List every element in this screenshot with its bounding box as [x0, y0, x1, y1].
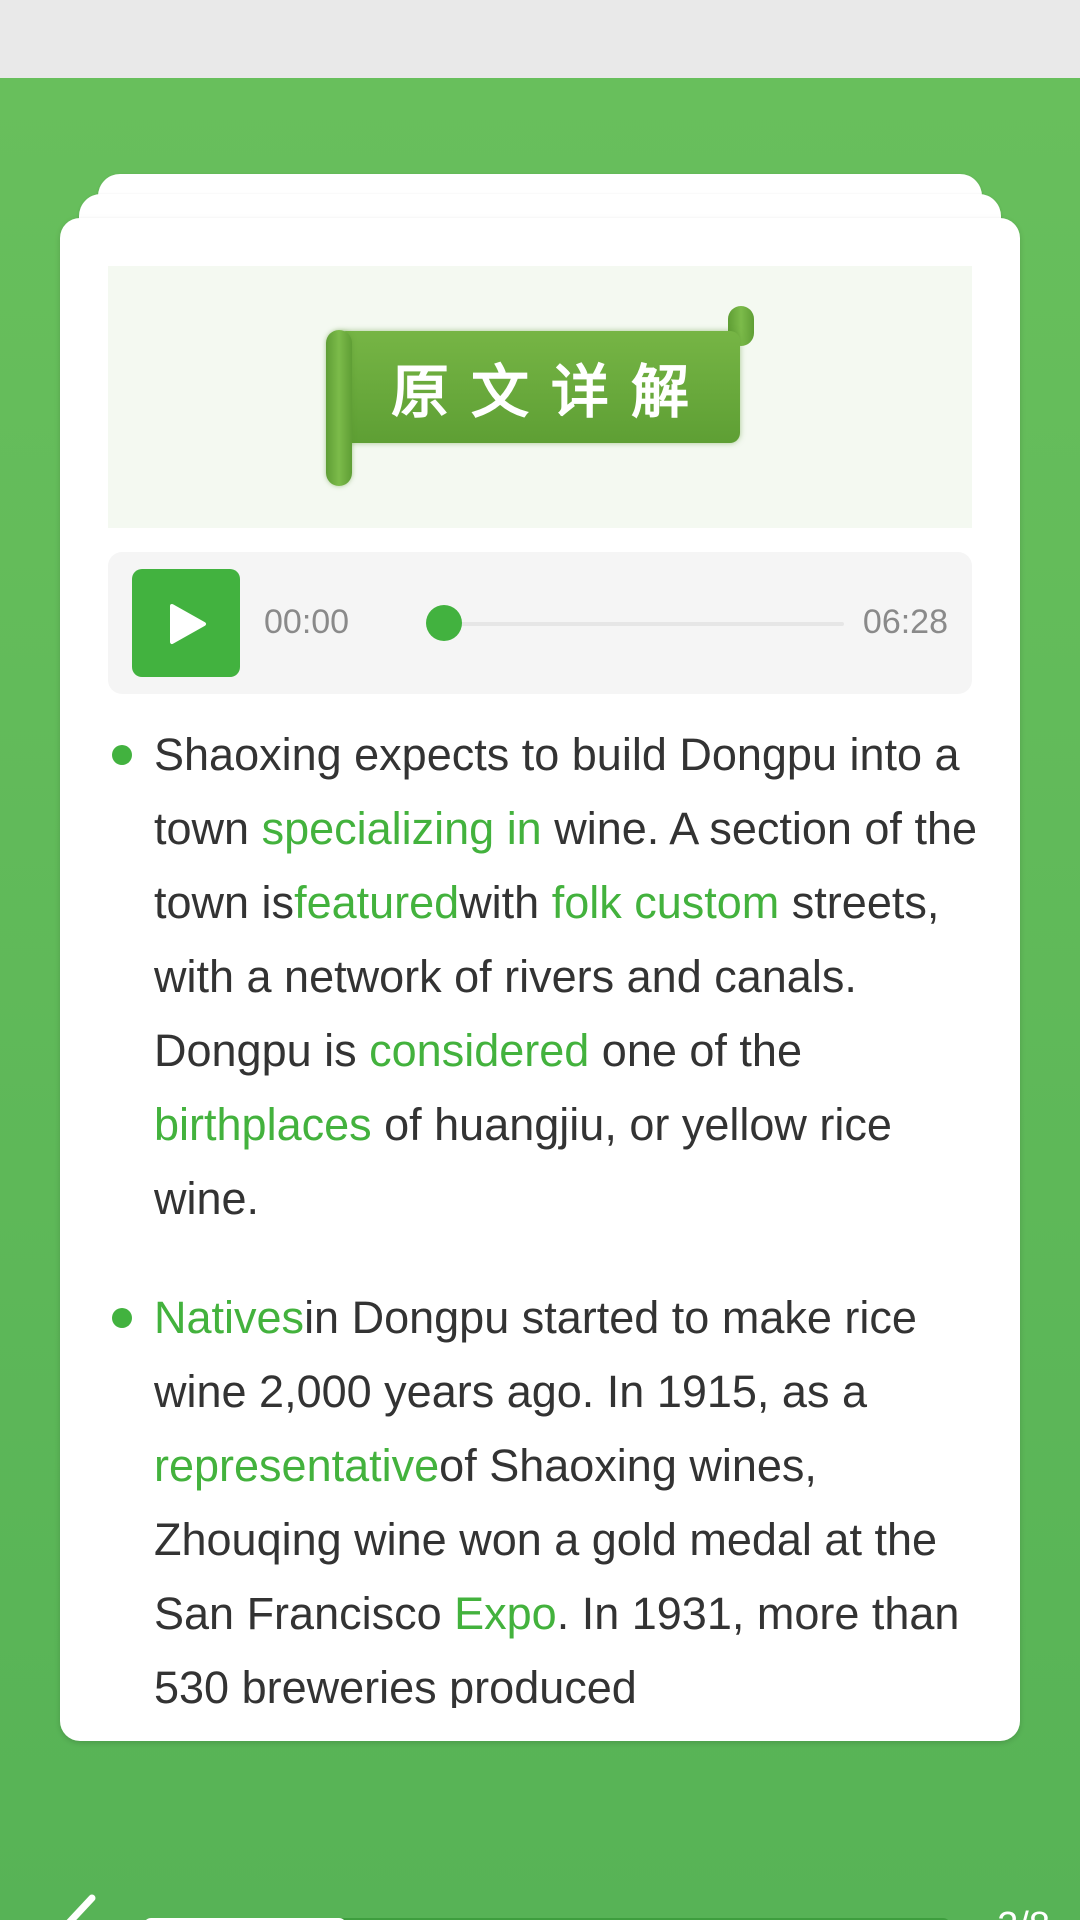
vocab-highlight[interactable]: featured	[294, 877, 459, 928]
play-button[interactable]	[132, 569, 240, 677]
chevron-left-icon	[66, 1894, 96, 1920]
text-segment: one of the	[589, 1025, 802, 1076]
banner-title: 原文详解	[390, 358, 711, 426]
bullet-icon	[112, 1308, 132, 1328]
section-banner: 原文详解	[108, 266, 972, 528]
vocab-highlight[interactable]: representative	[154, 1440, 439, 1491]
total-time: 06:28	[862, 603, 948, 641]
vocab-highlight[interactable]: considered	[369, 1025, 589, 1076]
status-bar	[0, 0, 1080, 78]
audio-player: 00:00 06:28	[108, 552, 972, 694]
vocab-highlight[interactable]: Natives	[154, 1292, 304, 1343]
current-time: 00:00	[264, 603, 350, 641]
vocab-highlight[interactable]: folk custom	[552, 877, 780, 928]
play-icon	[170, 604, 206, 644]
vocab-highlight[interactable]: specializing in	[262, 803, 542, 854]
paragraph: Shaoxing expects to build Dongpu into a …	[108, 718, 988, 1236]
back-button[interactable]	[52, 1892, 112, 1920]
article-text: Shaoxing expects to build Dongpu into a …	[108, 718, 988, 1708]
vocab-highlight[interactable]: Expo	[454, 1588, 557, 1639]
scroll-banner-image: 原文详解	[318, 306, 768, 486]
vocab-highlight[interactable]: birthplaces	[154, 1099, 372, 1150]
bottom-navigation: 2/8	[0, 1878, 1080, 1920]
content-card[interactable]: 原文详解 00:00 06:28 Shaoxing expects to bui…	[60, 218, 1020, 1741]
text-segment: with	[459, 877, 552, 928]
audio-progress-track[interactable]	[426, 622, 844, 626]
lesson-stage: 原文详解 00:00 06:28 Shaoxing expects to bui…	[0, 78, 1080, 1920]
audio-progress-thumb[interactable]	[426, 605, 462, 641]
page-indicator: 2/8	[997, 1905, 1050, 1920]
paragraph: Nativesin Dongpu started to make rice wi…	[108, 1281, 988, 1708]
bullet-icon	[112, 745, 132, 765]
